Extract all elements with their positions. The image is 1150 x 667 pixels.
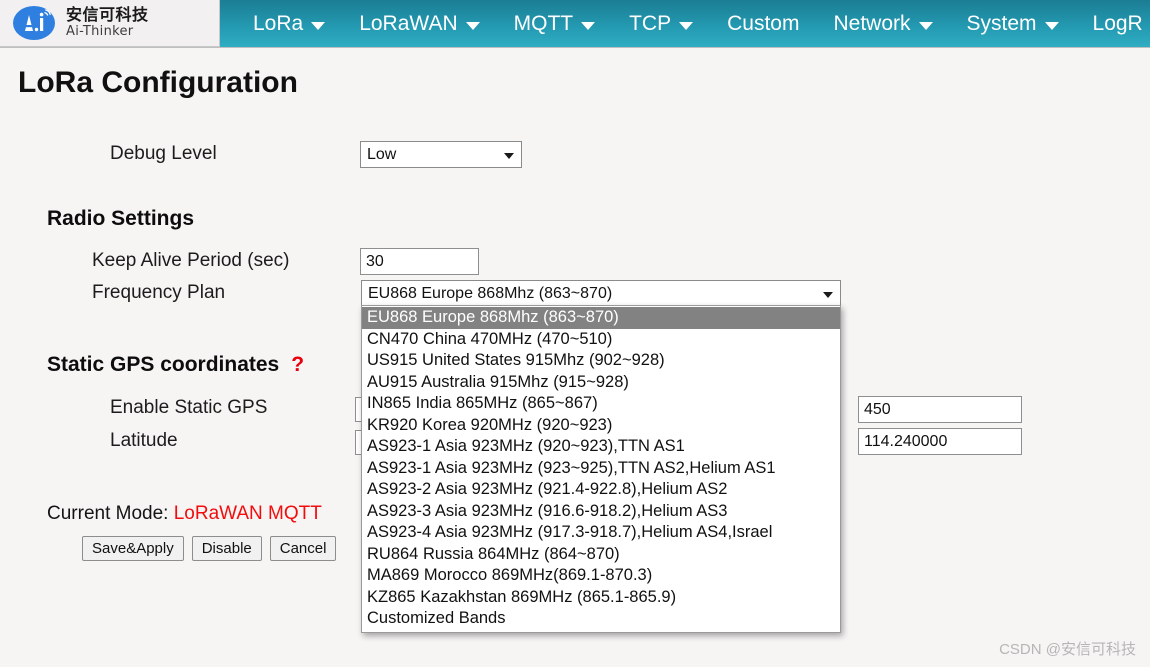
frequency-option[interactable]: KR920 Korea 920MHz (920~923) bbox=[362, 415, 840, 437]
current-mode-label: Current Mode: bbox=[47, 503, 169, 524]
keep-alive-label: Keep Alive Period (sec) bbox=[92, 250, 290, 271]
debug-level-select[interactable]: Low bbox=[360, 141, 522, 168]
altitude-input[interactable]: 450 bbox=[858, 396, 1022, 423]
nav-item-custom[interactable]: Custom bbox=[710, 0, 816, 47]
nav-item-lora[interactable]: LoRa bbox=[236, 0, 342, 47]
frequency-plan-select[interactable]: EU868 Europe 868Mhz (863~870) bbox=[361, 280, 841, 307]
chevron-down-icon bbox=[465, 21, 480, 30]
latitude-label: Latitude bbox=[110, 430, 178, 451]
nav-item-label: LoRa bbox=[253, 11, 304, 35]
disable-button[interactable]: Disable bbox=[191, 536, 262, 561]
save-apply-button[interactable]: Save&Apply bbox=[82, 536, 184, 561]
nav-menu: LoRa LoRaWAN MQTT TCP Custom Network Sys… bbox=[220, 0, 1150, 47]
static-gps-heading-text: Static GPS coordinates bbox=[47, 353, 280, 376]
frequency-option[interactable]: IN865 India 865MHz (865~867) bbox=[362, 393, 840, 415]
nav-item-mqtt[interactable]: MQTT bbox=[497, 0, 612, 47]
longitude-input[interactable]: 114.240000 bbox=[858, 428, 1022, 455]
frequency-plan-value: EU868 Europe 868Mhz (863~870) bbox=[368, 285, 613, 302]
nav-item-label: TCP bbox=[629, 11, 672, 35]
nav-item-tcp[interactable]: TCP bbox=[612, 0, 710, 47]
enable-static-gps-label: Enable Static GPS bbox=[110, 397, 268, 418]
current-mode-line: Current Mode: LoRaWAN MQTT bbox=[47, 503, 322, 525]
nav-item-label: Network bbox=[833, 11, 911, 35]
frequency-option[interactable]: Customized Bands bbox=[362, 608, 840, 630]
nav-item-label: LoRaWAN bbox=[359, 11, 458, 35]
frequency-option[interactable]: AS923-1 Asia 923MHz (920~923),TTN AS1 bbox=[362, 436, 840, 458]
brand-logo-panel[interactable]: 安信可科技 Ai-Thinker bbox=[0, 0, 220, 47]
top-navigation-bar: 安信可科技 Ai-Thinker LoRa LoRaWAN MQTT TCP C… bbox=[0, 0, 1150, 48]
frequency-option[interactable]: AS923-2 Asia 923MHz (921.4-922.8),Helium… bbox=[362, 479, 840, 501]
nav-item-label: Custom bbox=[727, 11, 800, 35]
brand-name-en: Ai-Thinker bbox=[66, 23, 134, 39]
frequency-option[interactable]: CN470 China 470MHz (470~510) bbox=[362, 329, 840, 351]
chevron-down-icon bbox=[823, 291, 833, 298]
chevron-down-icon bbox=[311, 21, 326, 30]
frequency-plan-label: Frequency Plan bbox=[92, 282, 226, 303]
frequency-option[interactable]: MA869 Morocco 869MHz(869.1-870.3) bbox=[362, 565, 840, 587]
action-button-row: Save&Apply Disable Cancel bbox=[82, 536, 337, 561]
frequency-option[interactable]: AU915 Australia 915Mhz (915~928) bbox=[362, 372, 840, 394]
frequency-option[interactable]: AS923-4 Asia 923MHz (917.3-918.7),Helium… bbox=[362, 522, 840, 544]
chevron-down-icon bbox=[918, 21, 933, 30]
frequency-option[interactable]: AS923-3 Asia 923MHz (916.6-918.2),Helium… bbox=[362, 501, 840, 523]
nav-item-label: MQTT bbox=[513, 11, 574, 35]
frequency-option[interactable]: EU868 Europe 868Mhz (863~870) bbox=[362, 307, 840, 329]
nav-item-lorawan[interactable]: LoRaWAN bbox=[342, 0, 496, 47]
frequency-plan-dropdown-list[interactable]: EU868 Europe 868Mhz (863~870) CN470 China… bbox=[361, 305, 841, 633]
page-title: LoRa Configuration bbox=[18, 66, 298, 99]
help-question-icon[interactable]: ? bbox=[291, 353, 304, 376]
watermark: CSDN @安信可科技 bbox=[999, 641, 1136, 658]
frequency-option[interactable]: US915 United States 915Mhz (902~928) bbox=[362, 350, 840, 372]
chevron-down-icon bbox=[581, 21, 596, 30]
chevron-down-icon bbox=[679, 21, 694, 30]
ai-thinker-logo-icon bbox=[13, 6, 55, 40]
static-gps-heading: Static GPS coordinates? bbox=[47, 353, 304, 377]
nav-item-label: System bbox=[966, 11, 1037, 35]
current-mode-value: LoRaWAN MQTT bbox=[173, 503, 322, 524]
nav-item-network[interactable]: Network bbox=[816, 0, 949, 47]
frequency-option[interactable]: KZ865 Kazakhstan 869MHz (865.1-865.9) bbox=[362, 587, 840, 609]
chevron-down-icon bbox=[504, 152, 514, 159]
debug-level-value: Low bbox=[367, 146, 397, 163]
nav-item-label: LogR bbox=[1092, 11, 1143, 35]
keep-alive-input[interactable]: 30 bbox=[360, 248, 479, 275]
chevron-down-icon bbox=[1044, 21, 1059, 30]
cancel-button[interactable]: Cancel bbox=[269, 536, 337, 561]
debug-level-label: Debug Level bbox=[110, 143, 217, 164]
brand-name-cn: 安信可科技 bbox=[66, 7, 149, 25]
nav-item-logread[interactable]: LogR bbox=[1076, 0, 1150, 47]
frequency-option[interactable]: AS923-1 Asia 923MHz (923~925),TTN AS2,He… bbox=[362, 458, 840, 480]
brand-text-block: 安信可科技 Ai-Thinker bbox=[66, 7, 149, 38]
radio-settings-heading: Radio Settings bbox=[47, 207, 195, 230]
frequency-option[interactable]: RU864 Russia 864MHz (864~870) bbox=[362, 544, 840, 566]
nav-item-system[interactable]: System bbox=[950, 0, 1076, 47]
